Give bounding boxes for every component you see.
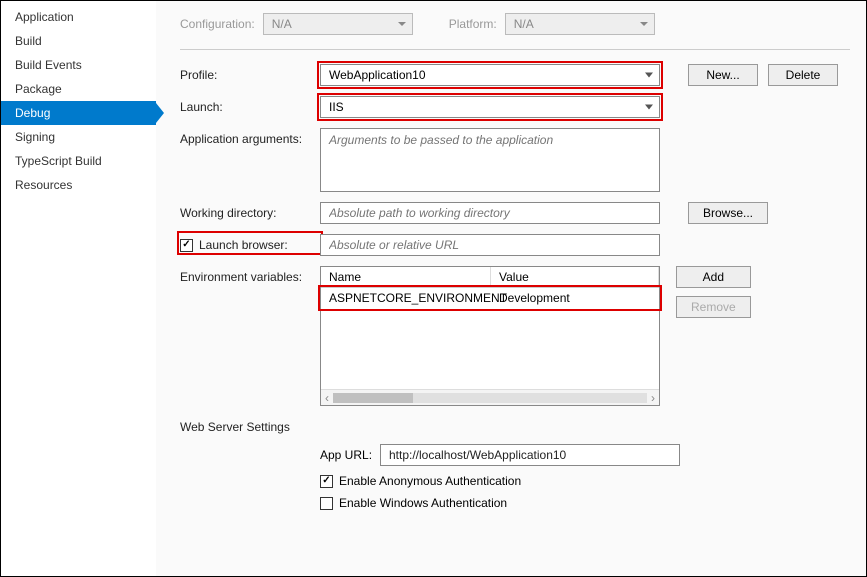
- sidebar-item-build[interactable]: Build: [1, 29, 156, 53]
- launch-browser-input[interactable]: [320, 234, 660, 256]
- env-row-value: Development: [491, 288, 659, 308]
- app-args-input[interactable]: [320, 128, 660, 192]
- scroll-thumb[interactable]: [333, 393, 413, 403]
- anon-auth-row[interactable]: Enable Anonymous Authentication: [320, 474, 521, 488]
- scroll-right-icon[interactable]: [651, 391, 655, 405]
- env-row-name: ASPNETCORE_ENVIRONMENT: [321, 288, 491, 308]
- launch-select[interactable]: IIS: [320, 96, 660, 118]
- remove-button[interactable]: Remove: [676, 296, 751, 318]
- scroll-left-icon[interactable]: [325, 391, 329, 405]
- sidebar: Application Build Build Events Package D…: [1, 1, 156, 576]
- configuration-select[interactable]: N/A: [263, 13, 413, 35]
- sidebar-item-signing[interactable]: Signing: [1, 125, 156, 149]
- envvars-table: Name Value ASPNETCORE_ENVIRONMENT Develo…: [320, 266, 660, 406]
- new-button[interactable]: New...: [688, 64, 758, 86]
- platform-label: Platform:: [449, 17, 497, 31]
- anon-auth-label: Enable Anonymous Authentication: [339, 474, 521, 488]
- envvars-label: Environment variables:: [180, 266, 320, 284]
- launch-label: Launch:: [180, 96, 320, 114]
- workdir-label: Working directory:: [180, 202, 320, 220]
- anon-auth-checkbox[interactable]: [320, 475, 333, 488]
- sidebar-item-build-events[interactable]: Build Events: [1, 53, 156, 77]
- appurl-label: App URL:: [320, 448, 380, 462]
- launch-browser-group[interactable]: Launch browser:: [180, 234, 320, 252]
- profile-label: Profile:: [180, 64, 320, 82]
- sidebar-item-application[interactable]: Application: [1, 5, 156, 29]
- table-scrollbar[interactable]: [321, 389, 659, 405]
- envvars-col-name[interactable]: Name: [321, 267, 491, 287]
- main-panel: Configuration: N/A Platform: N/A Profile…: [156, 1, 866, 576]
- appurl-input[interactable]: [380, 444, 680, 466]
- launch-browser-label: Launch browser:: [199, 238, 288, 252]
- divider: [180, 49, 850, 50]
- win-auth-label: Enable Windows Authentication: [339, 496, 507, 510]
- sidebar-item-resources[interactable]: Resources: [1, 173, 156, 197]
- win-auth-checkbox[interactable]: [320, 497, 333, 510]
- table-row[interactable]: ASPNETCORE_ENVIRONMENT Development: [321, 288, 659, 308]
- platform-select[interactable]: N/A: [505, 13, 655, 35]
- app-args-label: Application arguments:: [180, 128, 320, 146]
- add-button[interactable]: Add: [676, 266, 751, 288]
- webserver-section-title: Web Server Settings: [180, 420, 850, 434]
- profile-select[interactable]: WebApplication10: [320, 64, 660, 86]
- workdir-input[interactable]: [320, 202, 660, 224]
- top-config-row: Configuration: N/A Platform: N/A: [180, 11, 850, 45]
- envvars-col-value[interactable]: Value: [491, 267, 659, 287]
- delete-button[interactable]: Delete: [768, 64, 838, 86]
- launch-browser-checkbox[interactable]: [180, 239, 193, 252]
- sidebar-item-package[interactable]: Package: [1, 77, 156, 101]
- sidebar-item-debug[interactable]: Debug: [1, 101, 156, 125]
- sidebar-item-typescript-build[interactable]: TypeScript Build: [1, 149, 156, 173]
- scroll-track[interactable]: [333, 393, 647, 403]
- win-auth-row[interactable]: Enable Windows Authentication: [320, 496, 507, 510]
- configuration-label: Configuration:: [180, 17, 255, 31]
- browse-button[interactable]: Browse...: [688, 202, 768, 224]
